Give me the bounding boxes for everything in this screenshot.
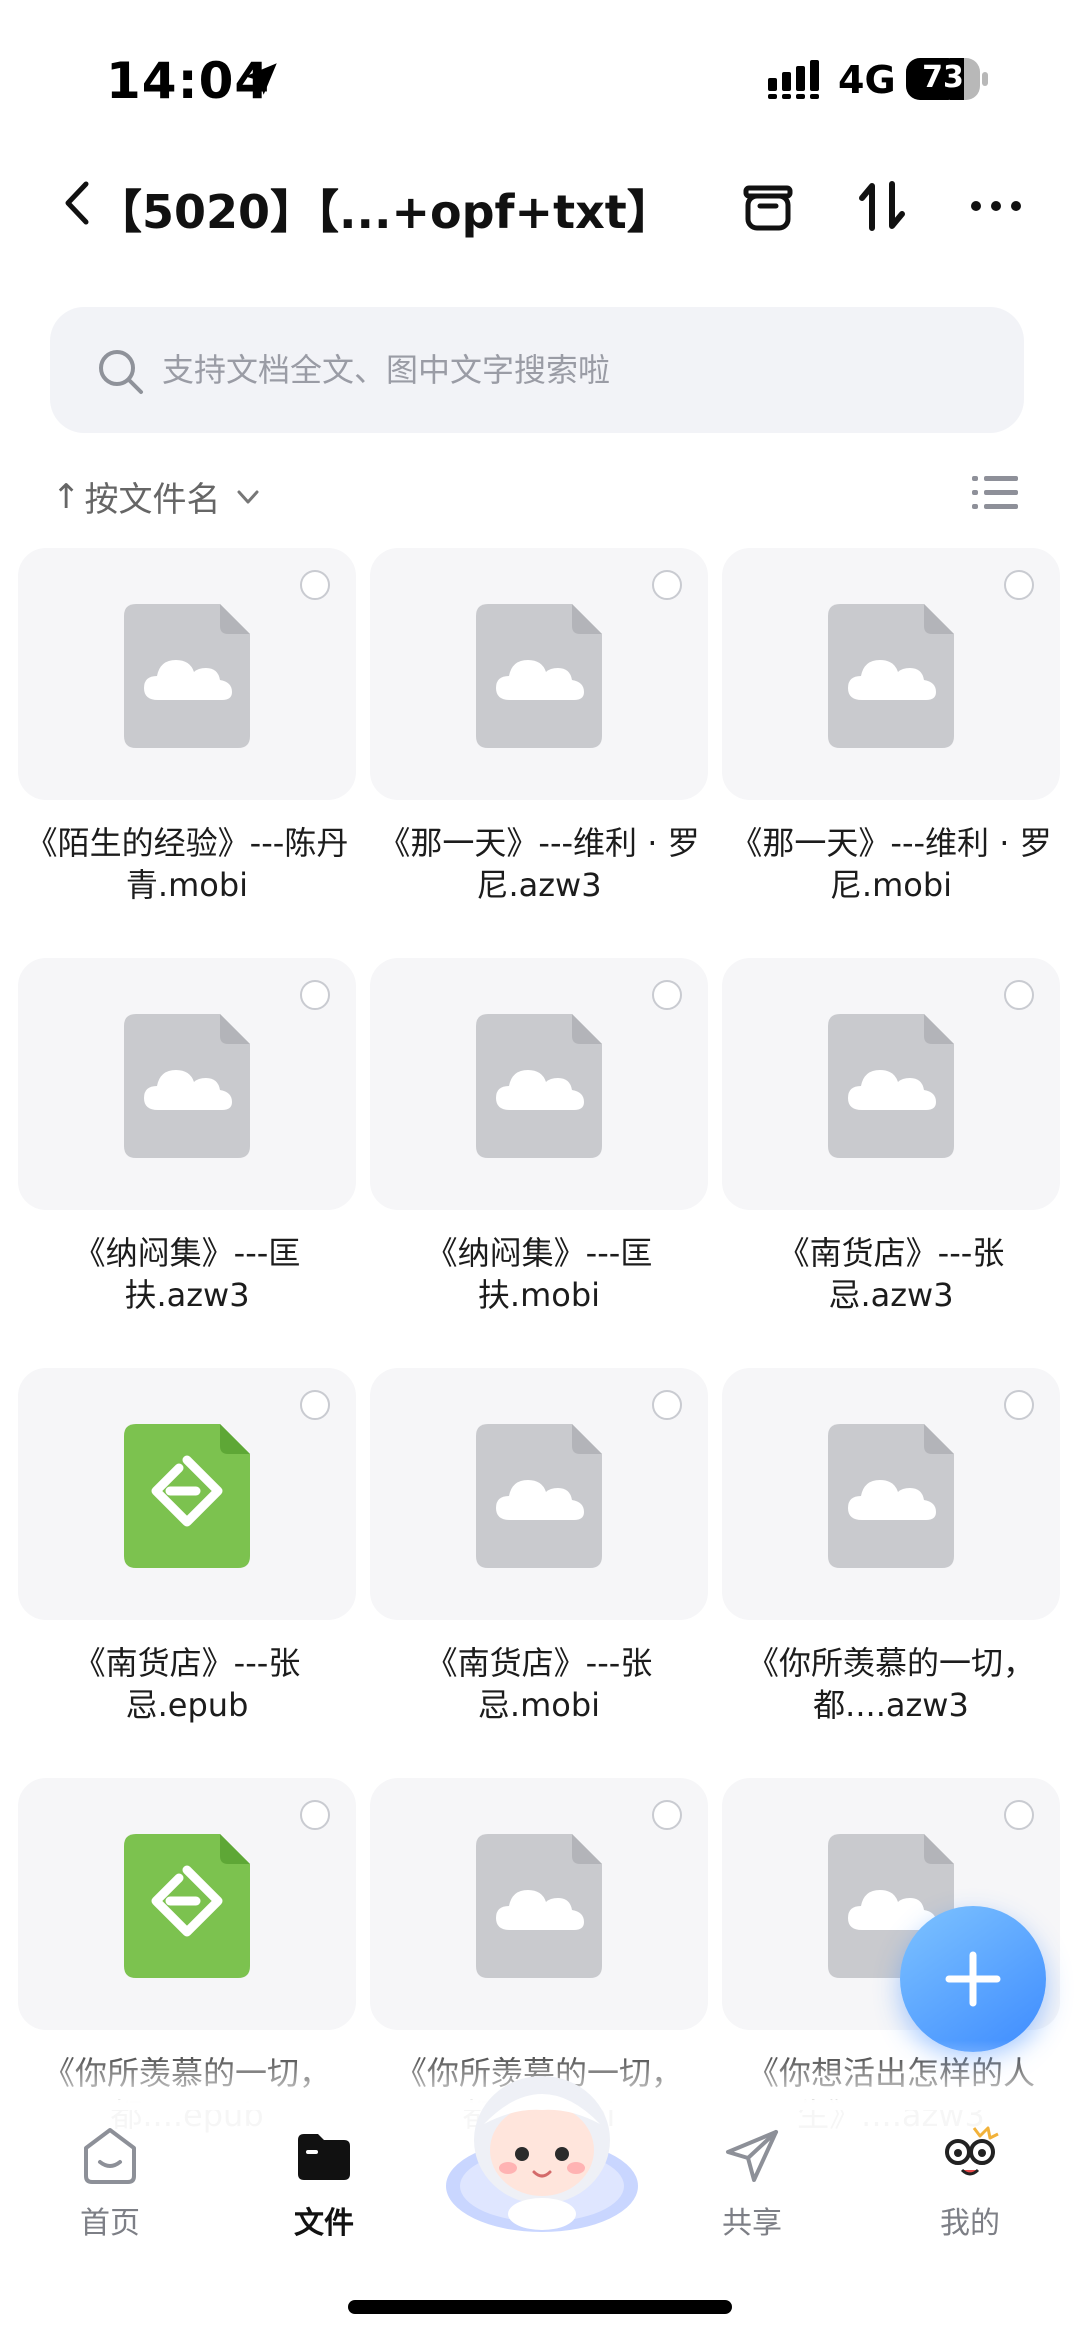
battery-level: 73 [922,60,964,95]
file-browser-screen: 14:04 4G 73 【5020】【...+opf+txt】 支持文档全文、图… [0,0,1080,2341]
home-indicator[interactable] [348,2300,732,2314]
select-radio[interactable] [1004,1390,1034,1420]
search-bar[interactable] [50,307,1024,433]
cloud-document-icon [828,1014,954,1158]
chevron-down-icon [237,490,258,503]
file-card[interactable]: 《纳闷集》---匡扶.mobi [370,958,708,1316]
location-arrow-icon [245,63,277,95]
file-thumbnail[interactable] [722,548,1060,800]
select-radio[interactable] [652,980,682,1010]
paper-plane-icon [726,2130,778,2182]
search-icon [99,350,143,394]
file-thumbnail[interactable] [18,548,356,800]
file-thumbnail[interactable] [370,1368,708,1620]
profile-face-icon [945,2126,999,2176]
more-options-icon[interactable] [966,176,1026,236]
file-card[interactable]: 《南货店》---张忌.epub [18,1368,356,1726]
sort-label: 按文件名 [84,480,221,520]
file-thumbnail[interactable] [370,1778,708,2030]
archive-box-icon[interactable] [738,176,798,236]
tab-home-label: 首页 [80,2206,140,2241]
select-radio[interactable] [300,980,330,1010]
tab-home[interactable]: 首页 [40,2124,180,2242]
file-name: 《那一天》---维利 · 罗尼.azw3 [378,824,700,904]
file-thumbnail[interactable] [722,1368,1060,1620]
tab-share[interactable]: 共享 [682,2124,822,2242]
list-view-icon[interactable] [972,474,1018,512]
file-card[interactable]: 《南货店》---张忌.mobi [370,1368,708,1726]
file-thumbnail[interactable] [18,958,356,1210]
mascot-icon[interactable] [440,2064,644,2234]
tab-profile[interactable]: 我的 [900,2124,1040,2242]
file-name: 《南货店》---张忌.azw3 [777,1234,1005,1314]
cloud-document-icon [476,1014,602,1158]
select-radio[interactable] [652,570,682,600]
file-card[interactable]: 《那一天》---维利 · 罗尼.azw3 [370,548,708,906]
plus-icon [945,1951,1001,2007]
folder-icon [298,2134,350,2180]
select-radio[interactable] [1004,980,1034,1010]
select-radio[interactable] [1004,1800,1034,1830]
select-radio[interactable] [652,1800,682,1830]
select-radio[interactable] [1004,570,1034,600]
select-radio[interactable] [300,1800,330,1830]
network-type: 4G [838,58,896,102]
cloud-document-icon [476,1834,602,1978]
tab-files-label: 文件 [294,2206,354,2241]
epub-document-icon [124,1834,250,1978]
file-card[interactable]: 《那一天》---维利 · 罗尼.mobi [722,548,1060,906]
sort-direction: ↑ [52,476,81,517]
file-name: 《纳闷集》---匡扶.azw3 [73,1234,301,1314]
file-name: 《那一天》---维利 · 罗尼.mobi [730,824,1052,904]
page-title: 【5020】【...+opf+txt】 [96,185,673,239]
tab-share-label: 共享 [722,2206,782,2241]
tab-files[interactable]: 文件 [254,2124,394,2242]
tab-profile-label: 我的 [940,2206,1000,2241]
sort-arrows-icon[interactable] [852,176,912,236]
home-face-icon [84,2128,136,2184]
back-chevron-icon[interactable] [58,178,94,228]
cloud-document-icon [124,1014,250,1158]
epub-document-icon [124,1424,250,1568]
file-thumbnail[interactable] [18,1778,356,2030]
cloud-document-icon [476,1424,602,1568]
cloud-document-icon [828,1424,954,1568]
add-button[interactable] [900,1906,1046,2052]
file-name: 《你所羡慕的一切，都....azw3 [746,1644,1035,1724]
search-input[interactable] [162,335,982,405]
file-name: 《南货店》---张忌.mobi [425,1644,653,1724]
file-card[interactable]: 《你所羡慕的一切，都....azw3 [722,1368,1060,1726]
file-card[interactable]: 《陌生的经验》---陈丹青.mobi [18,548,356,906]
file-thumbnail[interactable] [370,958,708,1210]
select-radio[interactable] [652,1390,682,1420]
file-card[interactable]: 《南货店》---张忌.azw3 [722,958,1060,1316]
cloud-document-icon [124,604,250,748]
cloud-document-icon [828,604,954,748]
file-thumbnail[interactable] [18,1368,356,1620]
file-name: 《陌生的经验》---陈丹青.mobi [25,824,349,904]
select-radio[interactable] [300,570,330,600]
signal-icon [768,60,819,99]
select-radio[interactable] [300,1390,330,1420]
cloud-document-icon [476,604,602,748]
file-thumbnail[interactable] [722,958,1060,1210]
file-name: 《纳闷集》---匡扶.mobi [425,1234,653,1314]
sort-selector[interactable]: ↑ 按文件名 [52,472,263,521]
file-card[interactable]: 《纳闷集》---匡扶.azw3 [18,958,356,1316]
file-name: 《南货店》---张忌.epub [73,1644,301,1724]
file-thumbnail[interactable] [370,548,708,800]
